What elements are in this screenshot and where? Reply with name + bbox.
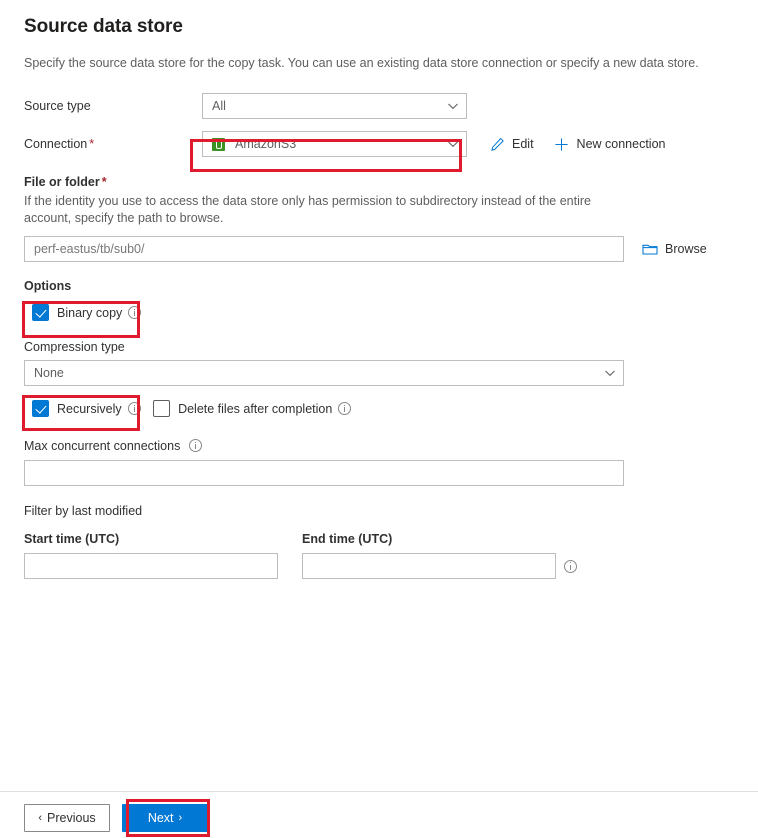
connection-label: Connection * bbox=[24, 137, 202, 151]
browse-button[interactable]: Browse bbox=[642, 241, 707, 257]
filter-section: Filter by last modified Start time (UTC)… bbox=[24, 504, 734, 579]
source-type-label: Source type bbox=[24, 99, 91, 113]
end-time-label: End time (UTC) bbox=[302, 532, 393, 546]
compression-type-value: None bbox=[34, 366, 64, 380]
info-icon[interactable] bbox=[127, 402, 141, 415]
next-button[interactable]: Next › bbox=[122, 804, 208, 832]
connection-required-marker: * bbox=[89, 137, 95, 151]
info-icon[interactable] bbox=[128, 306, 142, 319]
delete-files-label: Delete files after completion bbox=[178, 401, 333, 416]
file-or-folder-description: If the identity you use to access the da… bbox=[24, 194, 591, 225]
options-section-label: Options bbox=[24, 279, 72, 293]
pencil-icon bbox=[489, 136, 505, 152]
page-content: Source data store Specify the source dat… bbox=[0, 16, 758, 579]
new-connection-button[interactable]: New connection bbox=[554, 136, 666, 152]
compression-type-field: Compression type None bbox=[24, 340, 734, 386]
info-icon[interactable] bbox=[338, 402, 352, 415]
info-icon[interactable] bbox=[189, 439, 203, 452]
chevron-down-icon bbox=[605, 370, 615, 377]
filter-section-label: Filter by last modified bbox=[24, 504, 143, 518]
file-or-folder-input[interactable]: perf-eastus/tb/sub0/ bbox=[24, 236, 624, 262]
footer-divider bbox=[0, 791, 758, 792]
recursively-checkbox[interactable] bbox=[32, 400, 49, 417]
source-type-row: Source type All bbox=[24, 93, 734, 119]
new-connection-label: New connection bbox=[576, 137, 666, 151]
browse-label: Browse bbox=[665, 242, 707, 256]
page-title: Source data store bbox=[24, 16, 183, 37]
recursively-checkbox-row[interactable]: Recursively bbox=[32, 400, 141, 417]
file-or-folder-label-text: File or folder bbox=[24, 175, 100, 189]
previous-button[interactable]: ‹ Previous bbox=[24, 804, 110, 832]
delete-files-checkbox[interactable] bbox=[153, 400, 171, 417]
footer-actions: ‹ Previous Next › bbox=[24, 804, 208, 832]
binary-copy-label: Binary copy bbox=[57, 305, 123, 320]
start-time-label: Start time (UTC) bbox=[24, 532, 120, 546]
options-section: Options Binary copy Compression type Non… bbox=[24, 279, 734, 486]
compression-type-label: Compression type bbox=[24, 340, 125, 354]
source-data-store-page: Source data store Specify the source dat… bbox=[0, 16, 758, 838]
file-or-folder-input-row: perf-eastus/tb/sub0/ Browse bbox=[24, 236, 734, 262]
max-concurrent-connections-input[interactable] bbox=[24, 460, 624, 486]
start-time-field: Start time (UTC) bbox=[24, 532, 278, 579]
end-time-input[interactable] bbox=[302, 553, 556, 579]
page-description: Specify the source data store for the co… bbox=[24, 56, 699, 70]
delete-files-checkbox-row[interactable]: Delete files after completion bbox=[153, 400, 352, 417]
source-type-value: All bbox=[212, 99, 226, 113]
max-concurrent-connections-label-text: Max concurrent connections bbox=[24, 439, 181, 453]
max-concurrent-connections-field: Max concurrent connections bbox=[24, 439, 734, 486]
amazon-s3-icon bbox=[212, 137, 225, 151]
folder-icon bbox=[642, 241, 658, 257]
connection-row: Connection * AmazonS3 Edit New connectio… bbox=[24, 131, 734, 157]
source-type-dropdown[interactable]: All bbox=[202, 93, 467, 119]
end-time-input-row bbox=[302, 553, 577, 579]
connection-dropdown[interactable]: AmazonS3 bbox=[202, 131, 467, 157]
file-or-folder-required-marker: * bbox=[101, 175, 107, 189]
chevron-down-icon bbox=[448, 103, 458, 110]
previous-button-label: Previous bbox=[47, 811, 96, 825]
file-or-folder-section: File or folder * If the identity you use … bbox=[24, 175, 734, 262]
filter-time-row: Start time (UTC) End time (UTC) bbox=[24, 532, 734, 579]
edit-connection-button[interactable]: Edit bbox=[489, 136, 534, 152]
compression-type-dropdown[interactable]: None bbox=[24, 360, 624, 386]
plus-icon bbox=[554, 136, 570, 152]
binary-copy-checkbox[interactable] bbox=[32, 304, 49, 321]
connection-value: AmazonS3 bbox=[235, 137, 297, 151]
chevron-down-icon bbox=[448, 141, 458, 148]
max-concurrent-connections-label: Max concurrent connections bbox=[24, 439, 734, 453]
edit-connection-label: Edit bbox=[512, 137, 534, 151]
start-time-input[interactable] bbox=[24, 553, 278, 579]
binary-copy-checkbox-row[interactable]: Binary copy bbox=[32, 304, 142, 321]
info-icon[interactable] bbox=[564, 559, 577, 573]
file-or-folder-label: File or folder * bbox=[24, 175, 734, 189]
next-button-label: Next bbox=[147, 811, 174, 825]
connection-label-text: Connection bbox=[24, 137, 88, 151]
end-time-field: End time (UTC) bbox=[302, 532, 577, 579]
recursively-label: Recursively bbox=[57, 401, 122, 416]
file-or-folder-value: perf-eastus/tb/sub0/ bbox=[34, 242, 145, 256]
